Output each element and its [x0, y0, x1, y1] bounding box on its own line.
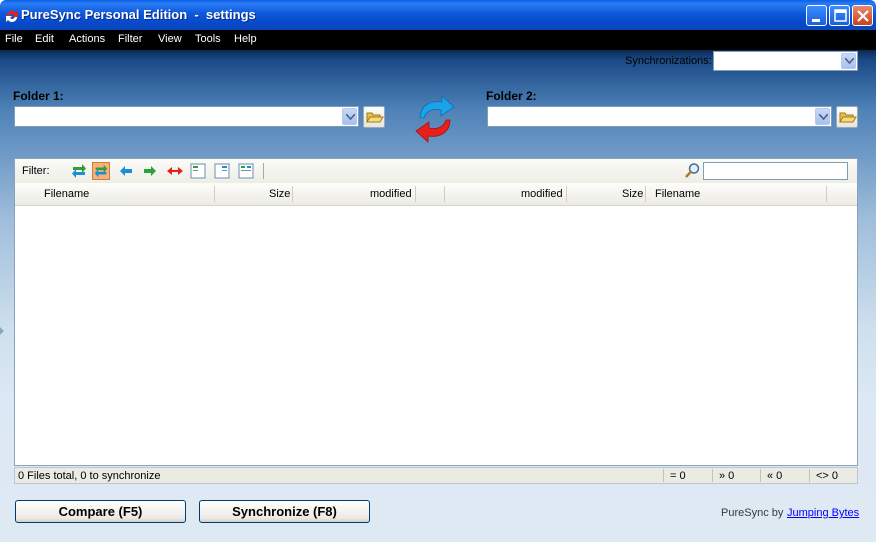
folder1-label: Folder 1:: [13, 89, 64, 103]
maximize-icon: [834, 9, 847, 22]
filter-all-icon[interactable]: [70, 162, 88, 180]
filter-changed-icon[interactable]: [92, 162, 110, 180]
column-right-size[interactable]: Size: [622, 188, 643, 200]
column-divider[interactable]: [292, 186, 293, 202]
menu-bar: File Edit Actions Filter View Tools Help: [0, 30, 876, 50]
column-right-filename[interactable]: Filename: [655, 188, 700, 200]
filter-conflict-icon[interactable]: [166, 162, 184, 180]
folder2-browse-button[interactable]: [836, 106, 858, 128]
column-left-modified[interactable]: modified: [370, 188, 412, 200]
synchronizations-label: Synchronizations:: [625, 55, 712, 67]
menu-view[interactable]: View: [158, 33, 182, 45]
search-icon: [685, 163, 700, 178]
collapse-handle-icon[interactable]: [0, 327, 5, 335]
chevron-down-icon[interactable]: [815, 108, 830, 125]
chevron-down-icon[interactable]: [342, 108, 357, 125]
view-right-icon[interactable]: [213, 162, 231, 180]
status-divider: [760, 469, 761, 482]
status-bar: 0 Files total, 0 to synchronize = 0 » 0 …: [14, 467, 858, 484]
menu-tools[interactable]: Tools: [195, 33, 221, 45]
column-left-filename[interactable]: Filename: [44, 188, 89, 200]
column-right-modified[interactable]: modified: [521, 188, 563, 200]
window-title: PureSync Personal Edition - settings: [21, 7, 256, 22]
close-button[interactable]: [852, 5, 873, 26]
main-area: Synchronizations: Folder 1: Folder 2: Fi…: [0, 50, 876, 542]
column-header: Filename Size modified modified Size Fil…: [15, 183, 857, 206]
column-divider[interactable]: [826, 186, 827, 202]
view-left-icon[interactable]: [189, 162, 207, 180]
menu-help[interactable]: Help: [234, 33, 257, 45]
menu-file[interactable]: File: [5, 33, 23, 45]
menu-filter[interactable]: Filter: [118, 33, 142, 45]
chevron-down-icon[interactable]: [841, 53, 856, 69]
status-newer-right-count: » 0: [719, 470, 735, 482]
filter-toolbar: Filter:: [15, 159, 857, 183]
open-folder-icon: [839, 112, 857, 123]
footer-credit: PureSync by: [721, 507, 784, 519]
column-left-size[interactable]: Size: [269, 188, 290, 200]
column-divider[interactable]: [645, 186, 646, 202]
status-newer-left-count: « 0: [767, 470, 783, 482]
status-summary: 0 Files total, 0 to synchronize: [18, 470, 161, 482]
title-bar: PureSync Personal Edition - settings: [0, 0, 876, 30]
status-different-count: <> 0: [816, 470, 839, 482]
menu-edit[interactable]: Edit: [35, 33, 54, 45]
file-list[interactable]: [15, 206, 857, 465]
compare-button[interactable]: Compare (F5): [15, 500, 186, 523]
synchronize-button[interactable]: Synchronize (F8): [199, 500, 370, 523]
column-divider[interactable]: [566, 186, 567, 202]
status-divider: [663, 469, 664, 482]
folder1-dropdown[interactable]: [14, 106, 359, 127]
comparison-panel: Filter: Filename Size modified modified …: [14, 158, 858, 466]
maximize-button[interactable]: [829, 5, 850, 26]
puresync-logo-icon: [6, 10, 18, 23]
filter-right-icon[interactable]: [141, 162, 159, 180]
filter-label: Filter:: [22, 165, 50, 177]
column-divider[interactable]: [214, 186, 215, 202]
view-both-icon[interactable]: [237, 162, 255, 180]
filter-left-icon[interactable]: [117, 162, 135, 180]
status-divider: [712, 469, 713, 482]
open-folder-icon: [366, 112, 384, 123]
toolbar-separator: [263, 163, 264, 179]
column-divider[interactable]: [444, 186, 445, 202]
swap-folders-icon[interactable]: [414, 94, 456, 144]
close-icon: [857, 10, 869, 22]
folder1-browse-button[interactable]: [363, 106, 385, 128]
folder2-dropdown[interactable]: [487, 106, 832, 127]
column-divider[interactable]: [415, 186, 416, 202]
folder2-label: Folder 2:: [486, 89, 537, 103]
synchronizations-dropdown[interactable]: [713, 51, 858, 71]
status-equal-count: = 0: [670, 470, 686, 482]
status-divider: [809, 469, 810, 482]
menu-actions[interactable]: Actions: [69, 33, 105, 45]
minimize-icon: [812, 19, 820, 22]
search-input[interactable]: [703, 162, 848, 180]
jumping-bytes-link[interactable]: Jumping Bytes: [787, 507, 859, 519]
minimize-button[interactable]: [806, 5, 827, 26]
